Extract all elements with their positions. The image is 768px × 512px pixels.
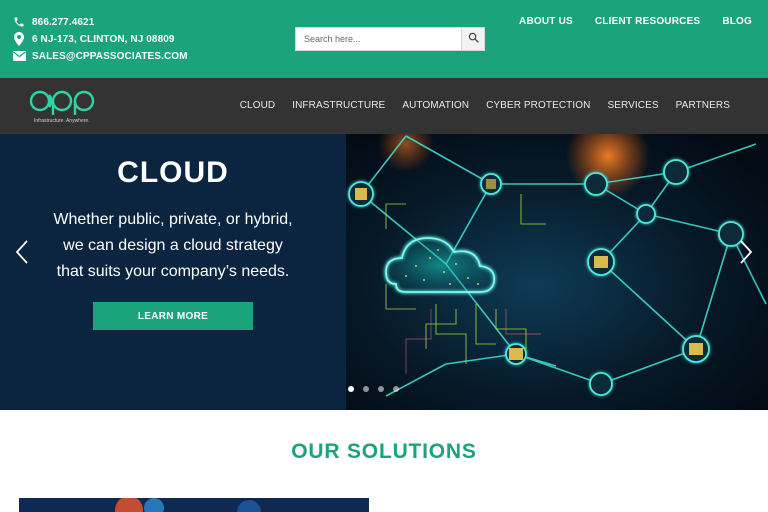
nav-automation[interactable]: AUTOMATION (402, 100, 469, 111)
slider-prev-arrow[interactable] (12, 238, 32, 266)
search-input[interactable] (295, 27, 461, 51)
top-nav: ABOUT US CLIENT RESOURCES BLOG (519, 16, 752, 27)
solution-card-graphic (19, 498, 369, 512)
hero-title: CLOUD (117, 156, 229, 189)
top-nav-blog[interactable]: BLOG (722, 16, 752, 27)
main-nav: CLOUD INFRASTRUCTURE AUTOMATION CYBER PR… (240, 100, 730, 111)
hero-line: we can design a cloud strategy (63, 237, 283, 254)
contact-info: 866.277.4621 6 NJ-173, CLINTON, NJ 08809… (12, 14, 188, 65)
contact-address[interactable]: 6 NJ-173, CLINTON, NJ 08809 (12, 31, 188, 47)
slider-pagination (348, 386, 399, 392)
nav-infrastructure[interactable]: INFRASTRUCTURE (292, 100, 385, 111)
nav-partners[interactable]: PARTNERS (676, 100, 730, 111)
top-nav-client-resources[interactable]: CLIENT RESOURCES (595, 16, 700, 27)
solutions-heading: OUR SOLUTIONS (291, 440, 477, 463)
map-pin-icon (12, 32, 26, 46)
hero-description: Whether public, private, or hybrid, we c… (20, 207, 326, 285)
slider-dot[interactable] (378, 386, 384, 392)
top-nav-about-us[interactable]: ABOUT US (519, 16, 573, 27)
search-bar (295, 27, 485, 51)
address-text: 6 NJ-173, CLINTON, NJ 08809 (32, 33, 175, 45)
phone-text: 866.277.4621 (32, 16, 95, 28)
nav-cyber-protection[interactable]: CYBER PROTECTION (486, 100, 590, 111)
search-button[interactable] (461, 27, 485, 51)
hero-line: that suits your company’s needs. (56, 263, 290, 280)
slider-dot[interactable] (393, 386, 399, 392)
hero-slider: CLOUD Whether public, private, or hybrid… (0, 134, 768, 410)
nav-cloud[interactable]: CLOUD (240, 100, 276, 111)
hero-text-panel: CLOUD Whether public, private, or hybrid… (0, 134, 346, 410)
nav-services[interactable]: SERVICES (607, 100, 658, 111)
site-logo[interactable]: Infrastructure. Anywhere. (28, 87, 98, 127)
logo-mark (29, 90, 95, 115)
learn-more-button[interactable]: LEARN MORE (93, 302, 253, 330)
chevron-right-icon (740, 240, 752, 264)
email-text: SALES@CPPASSOCIATES.COM (32, 50, 188, 62)
contact-phone[interactable]: 866.277.4621 (12, 14, 188, 30)
contact-email[interactable]: SALES@CPPASSOCIATES.COM (12, 48, 188, 64)
cloud-network-image (346, 134, 768, 410)
logo-tagline: Infrastructure. Anywhere. (34, 118, 90, 124)
envelope-icon (12, 49, 26, 63)
chevron-left-icon (16, 240, 28, 264)
search-icon (468, 30, 479, 48)
slider-dot[interactable] (363, 386, 369, 392)
solution-card-image[interactable] (19, 498, 369, 512)
slider-dot[interactable] (348, 386, 354, 392)
slider-next-arrow[interactable] (736, 238, 756, 266)
phone-icon (12, 15, 26, 29)
main-nav-bar: Infrastructure. Anywhere. CLOUD INFRASTR… (0, 78, 768, 134)
top-bar: 866.277.4621 6 NJ-173, CLINTON, NJ 08809… (0, 0, 768, 78)
hero-line: Whether public, private, or hybrid, (53, 211, 293, 228)
